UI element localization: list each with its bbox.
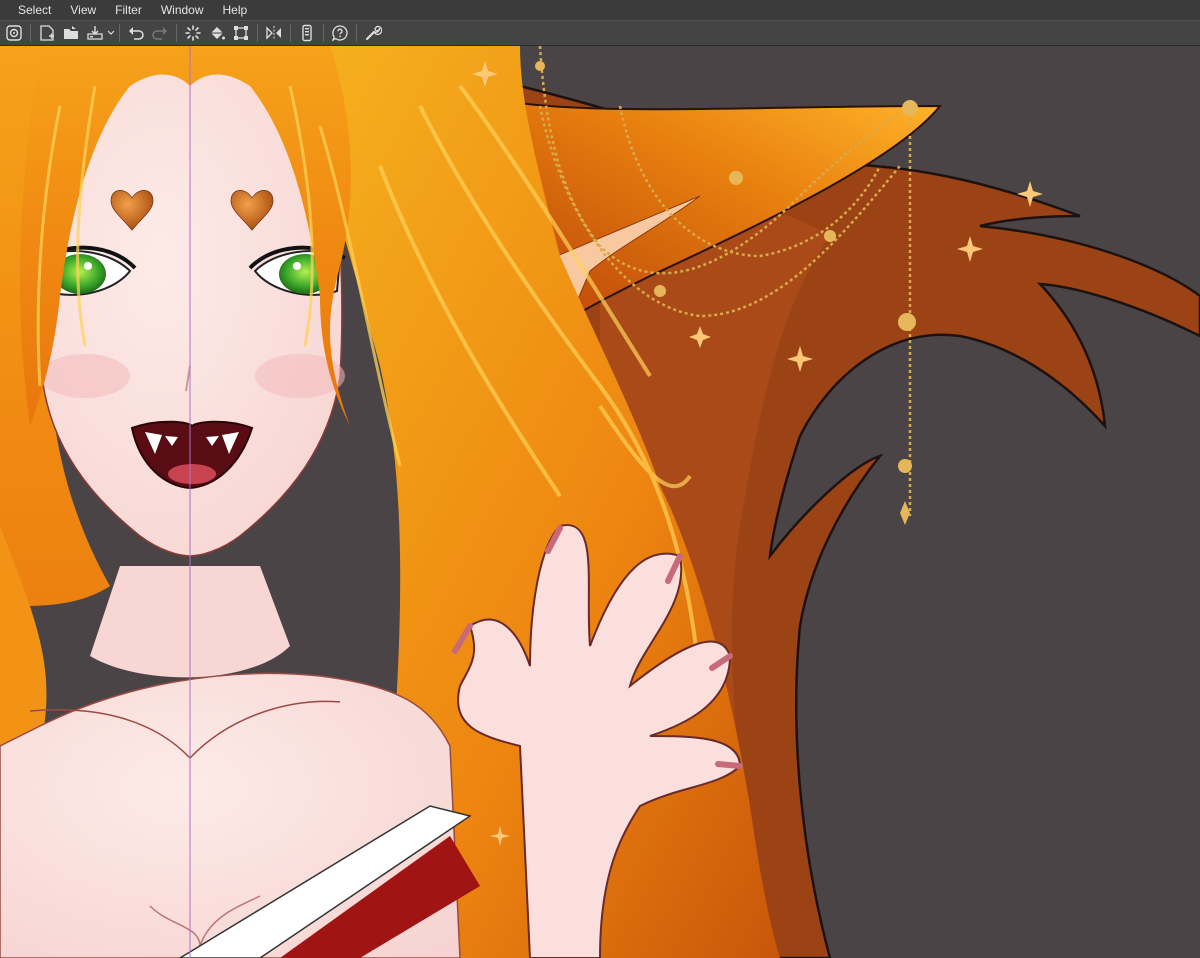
toolbar-divider (176, 24, 177, 42)
app-menu-icon[interactable] (3, 22, 25, 44)
right-eye-highlight (293, 262, 301, 270)
phone-link-icon[interactable] (296, 22, 318, 44)
toolbar-divider (323, 24, 324, 42)
app-window: Select View Filter Window Help (0, 0, 1200, 958)
fill-icon[interactable] (206, 22, 228, 44)
loading-spinner-icon[interactable] (182, 22, 204, 44)
tongue (168, 464, 216, 484)
cheek-blush-left (40, 354, 130, 398)
toolbar-divider (30, 24, 31, 42)
menu-window[interactable]: Window (152, 0, 214, 20)
new-canvas-icon[interactable] (36, 22, 58, 44)
menu-select[interactable]: Select (0, 0, 61, 20)
toolbar-divider (119, 24, 120, 42)
left-eye-highlight (84, 262, 92, 270)
menu-filter[interactable]: Filter (106, 0, 152, 20)
help-icon[interactable] (329, 22, 351, 44)
undo-icon[interactable] (125, 22, 147, 44)
menu-bar: Select View Filter Window Help (0, 0, 1200, 20)
menu-view[interactable]: View (61, 0, 106, 20)
drawing-canvas[interactable] (0, 46, 1200, 958)
open-folder-icon[interactable] (60, 22, 82, 44)
transform-icon[interactable] (230, 22, 252, 44)
menu-help[interactable]: Help (214, 0, 258, 20)
command-bar (0, 20, 1200, 46)
toolbar-divider (290, 24, 291, 42)
save-icon[interactable] (84, 22, 106, 44)
redo-icon[interactable] (149, 22, 171, 44)
save-options-chevron-down-icon[interactable] (107, 22, 115, 44)
settings-wrench-icon[interactable] (362, 22, 384, 44)
flip-horizontal-icon[interactable] (263, 22, 285, 44)
toolbar-divider (356, 24, 357, 42)
toolbar-divider (257, 24, 258, 42)
